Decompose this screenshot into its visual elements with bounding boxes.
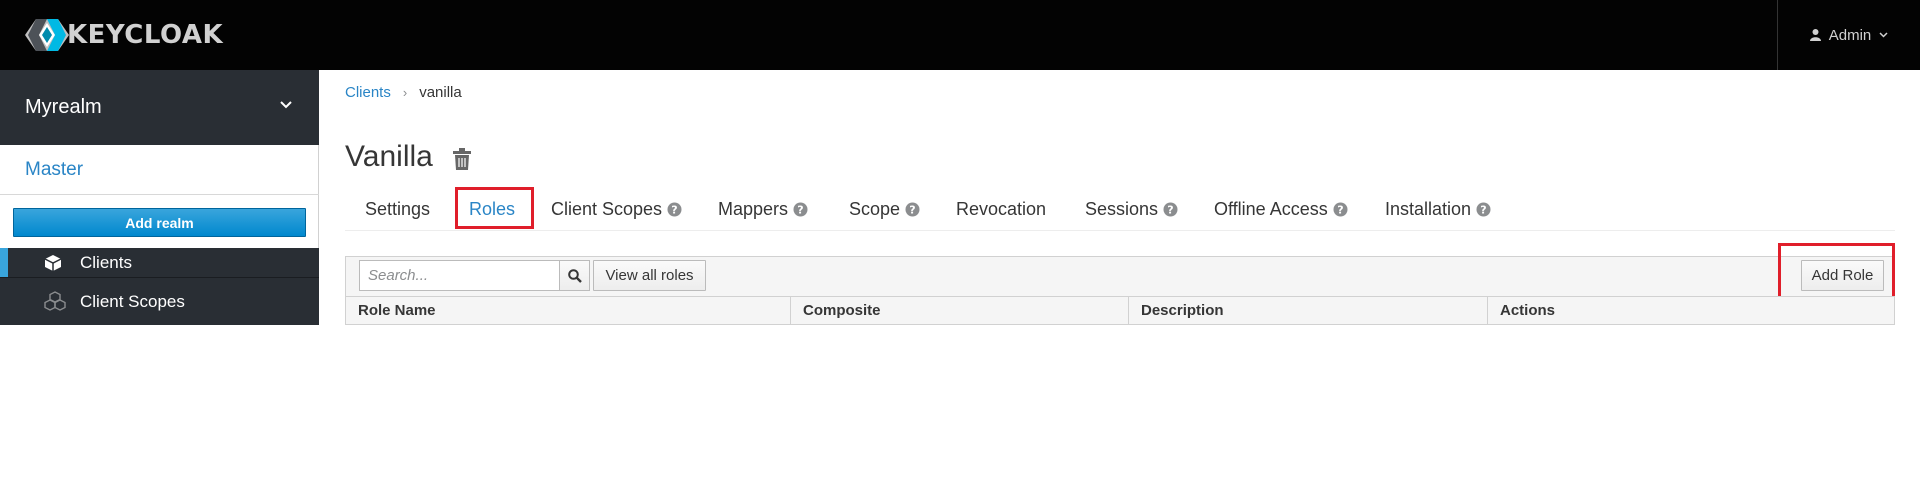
sidebar-item-label: Clients xyxy=(80,253,132,272)
chevron-right-icon: › xyxy=(402,85,408,100)
top-navbar: KEYCLOAK Admin xyxy=(0,0,1920,70)
search-icon xyxy=(567,268,582,283)
svg-text:?: ? xyxy=(1480,203,1486,216)
sidebar: Myrealm Master Add realm Clients Client … xyxy=(0,70,319,325)
cubes-icon xyxy=(44,291,66,311)
tab-label: Settings xyxy=(365,198,431,219)
breadcrumb: Clients › vanilla xyxy=(345,84,462,101)
tab-label: Offline Access xyxy=(1214,198,1328,219)
column-header-actions: Actions xyxy=(1500,302,1556,319)
tab-sessions[interactable]: Sessions ? xyxy=(1085,188,1178,230)
help-icon: ? xyxy=(667,202,682,216)
cube-icon xyxy=(44,255,62,271)
search-button[interactable] xyxy=(559,260,590,291)
tab-scope[interactable]: Scope ? xyxy=(849,188,920,230)
user-name: Admin xyxy=(1828,26,1872,44)
sidebar-item-label: Client Scopes xyxy=(80,291,185,311)
tab-label: Installation xyxy=(1385,198,1472,219)
realm-selected: Myrealm xyxy=(25,96,102,118)
keycloak-logo[interactable]: KEYCLOAK xyxy=(25,17,223,53)
column-header-composite[interactable]: Composite xyxy=(791,297,1129,324)
tab-offline-access[interactable]: Offline Access ? xyxy=(1214,188,1348,230)
svg-text:?: ? xyxy=(797,203,803,216)
svg-text:?: ? xyxy=(909,203,915,216)
chevron-down-icon xyxy=(1879,32,1888,38)
sidebar-item-clients[interactable]: Clients xyxy=(0,248,319,278)
page-title: Vanilla xyxy=(345,140,433,173)
help-icon: ? xyxy=(1163,202,1178,216)
realm-selector[interactable]: Myrealm xyxy=(0,70,319,145)
tab-label: Scope xyxy=(849,198,901,219)
highlight-box xyxy=(455,187,534,229)
help-icon: ? xyxy=(1476,202,1491,216)
user-icon xyxy=(1809,29,1821,41)
add-realm-button[interactable]: Add realm xyxy=(13,208,306,237)
svg-text:?: ? xyxy=(671,203,677,216)
keycloak-logo-icon xyxy=(25,19,69,51)
tab-mappers[interactable]: Mappers ? xyxy=(718,188,808,230)
view-all-roles-button[interactable]: View all roles xyxy=(593,260,706,291)
roles-toolbar: View all roles Add Role xyxy=(345,256,1895,296)
tab-label: Sessions xyxy=(1085,198,1159,219)
column-header-role-name[interactable]: Role Name xyxy=(346,297,791,324)
svg-text:?: ? xyxy=(1167,203,1173,216)
tab-settings[interactable]: Settings xyxy=(365,188,430,230)
user-menu[interactable]: Admin xyxy=(1777,0,1920,70)
logo-text: KEYCLOAK xyxy=(67,20,224,50)
search-input[interactable] xyxy=(359,260,560,291)
sidebar-item-client-scopes[interactable]: Client Scopes xyxy=(0,278,319,325)
help-icon: ? xyxy=(905,202,920,216)
tab-revocation[interactable]: Revocation xyxy=(956,188,1046,230)
tab-label: Client Scopes xyxy=(551,198,663,219)
breadcrumb-clients-link[interactable]: Clients xyxy=(345,84,391,101)
realm-option-master[interactable]: Master xyxy=(0,145,319,195)
help-icon: ? xyxy=(1333,202,1348,216)
chevron-down-icon xyxy=(280,101,292,109)
tab-installation[interactable]: Installation ? xyxy=(1385,188,1491,230)
help-icon: ? xyxy=(793,202,808,216)
tab-label: Mappers xyxy=(718,198,789,219)
trash-icon[interactable] xyxy=(453,148,471,170)
tab-label: Revocation xyxy=(956,198,1047,219)
roles-table-header: Role Name Composite Description Actions xyxy=(345,296,1895,325)
client-tabs: Settings Roles Client Scopes ? Mappers ?… xyxy=(345,187,1895,231)
breadcrumb-current: vanilla xyxy=(419,84,462,101)
svg-text:?: ? xyxy=(1337,203,1343,216)
tab-client-scopes[interactable]: Client Scopes ? xyxy=(551,188,682,230)
column-header-description[interactable]: Description xyxy=(1129,297,1488,324)
